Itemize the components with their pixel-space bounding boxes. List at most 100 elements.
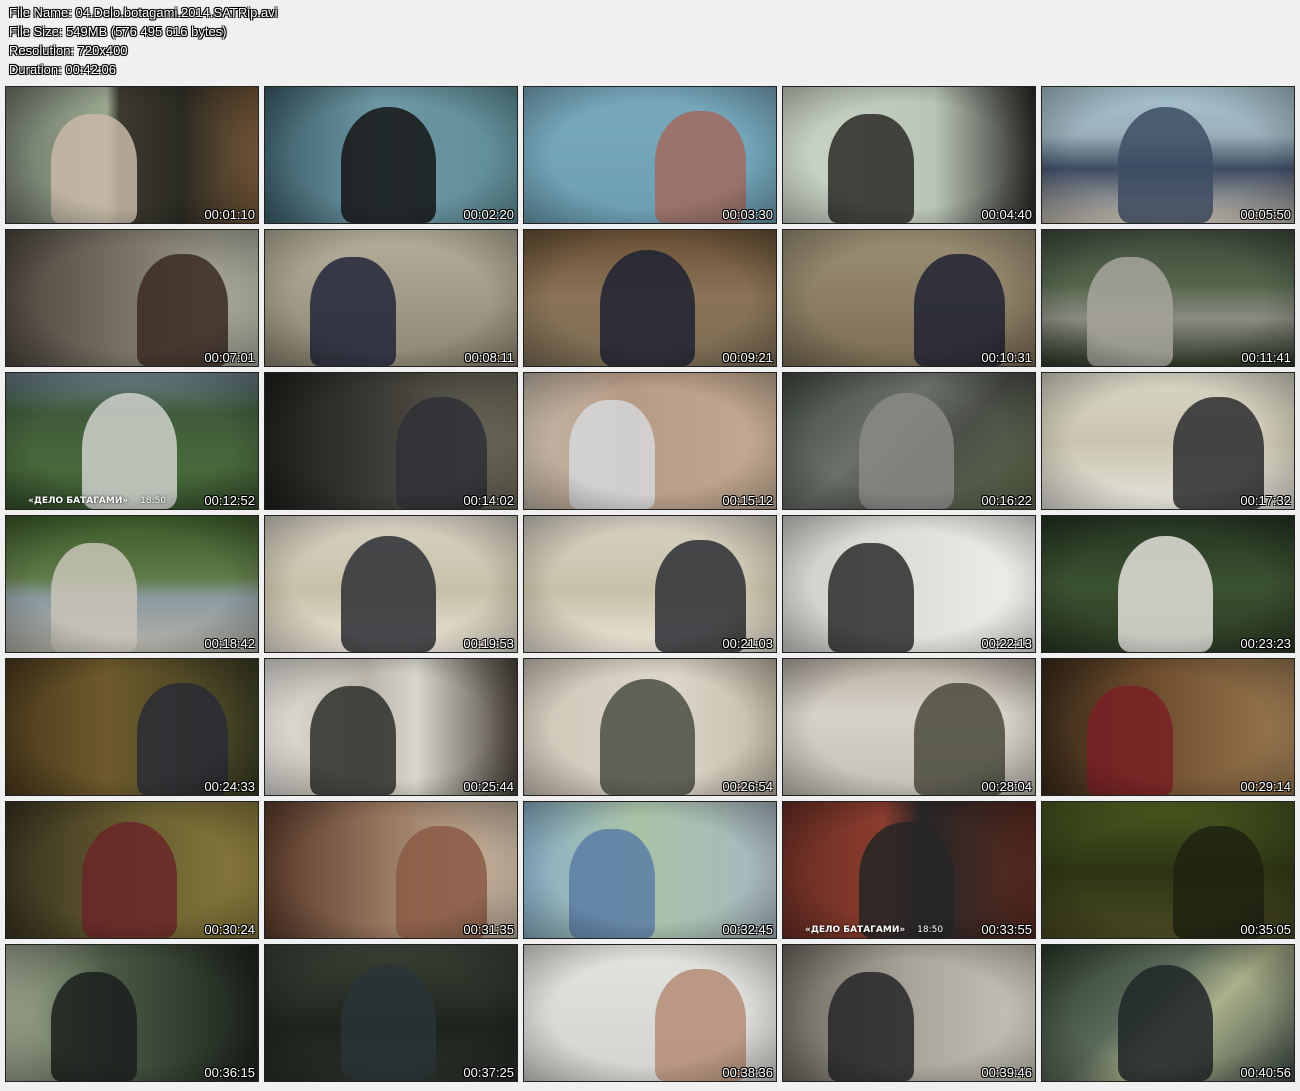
frame-image xyxy=(524,87,776,223)
timestamp-label: 00:17:32 xyxy=(1240,493,1291,508)
thumbnail-frame: 00:28:04 xyxy=(782,658,1036,796)
frame-image xyxy=(265,802,517,938)
frame-vignette xyxy=(1042,230,1294,366)
frame-vignette xyxy=(6,87,258,223)
frame-vignette xyxy=(524,659,776,795)
resolution-label: Resolution: 720x400 xyxy=(9,43,128,58)
frame-vignette xyxy=(6,945,258,1081)
frame-image xyxy=(783,945,1035,1081)
timestamp-label: 00:23:23 xyxy=(1240,636,1291,651)
frame-image xyxy=(1042,87,1294,223)
timestamp-label: 00:02:20 xyxy=(463,207,514,222)
frame-vignette xyxy=(1042,802,1294,938)
timestamp-label: 00:04:40 xyxy=(981,207,1032,222)
timestamp-label: 00:01:10 xyxy=(204,207,255,222)
frame-vignette xyxy=(1042,516,1294,652)
thumbnail-frame: 00:30:24 xyxy=(5,801,259,939)
frame-vignette xyxy=(524,802,776,938)
thumbnail-grid: 00:01:10 00:02:20 00:03:30 00:04:40 00:05:50… xyxy=(5,86,1295,1082)
timestamp-label: 00:05:50 xyxy=(1240,207,1291,222)
thumbnail-frame: 00:39:46 xyxy=(782,944,1036,1082)
frame-vignette xyxy=(524,373,776,509)
thumbnail-frame: 00:25:44 xyxy=(264,658,518,796)
frame-vignette xyxy=(783,516,1035,652)
thumbnail-frame: 00:15:12 xyxy=(523,372,777,510)
timestamp-label: 00:08:11 xyxy=(464,350,514,365)
frame-vignette xyxy=(6,516,258,652)
frame-image xyxy=(6,659,258,795)
thumbnail-frame: 00:23:23 xyxy=(1041,515,1295,653)
thumbnail-frame: 00:24:33 xyxy=(5,658,259,796)
thumbnail-frame: 00:05:50 xyxy=(1041,86,1295,224)
frame-image xyxy=(1042,516,1294,652)
frame-vignette xyxy=(783,87,1035,223)
timestamp-label: 00:36:15 xyxy=(204,1065,255,1080)
frame-image xyxy=(265,87,517,223)
frame-vignette xyxy=(783,659,1035,795)
frame-vignette xyxy=(1042,659,1294,795)
timestamp-label: 00:10:31 xyxy=(981,350,1032,365)
duration-label: Duration: 00:42:06 xyxy=(9,62,116,77)
thumbnail-frame: 00:03:30 xyxy=(523,86,777,224)
file-size-label: File Size: 549MB (576 495 616 bytes) xyxy=(9,24,227,39)
frame-image xyxy=(6,516,258,652)
channel-overlay: «ДЕЛО БАТАГАМИ» 18:50 xyxy=(28,496,166,506)
overlay-title: «ДЕЛО БАТАГАМИ» xyxy=(28,496,129,506)
thumbnail-frame: 00:38:36 xyxy=(523,944,777,1082)
frame-image xyxy=(6,373,258,509)
thumbnail-frame: 00:21:03 xyxy=(523,515,777,653)
thumbnail-frame: 00:17:32 xyxy=(1041,372,1295,510)
timestamp-label: 00:32:45 xyxy=(722,922,773,937)
timestamp-label: 00:38:36 xyxy=(722,1065,773,1080)
timestamp-label: 00:12:52 xyxy=(204,493,255,508)
frame-vignette xyxy=(265,659,517,795)
file-name-label: File Name: 04.Delo.botagami.2014.SATRip.… xyxy=(9,5,278,20)
frame-image xyxy=(6,230,258,366)
timestamp-label: 00:37:25 xyxy=(463,1065,514,1080)
frame-image xyxy=(783,659,1035,795)
frame-image xyxy=(265,373,517,509)
timestamp-label: 00:11:41 xyxy=(1241,350,1291,365)
frame-image xyxy=(783,373,1035,509)
timestamp-label: 00:30:24 xyxy=(204,922,255,937)
thumbnail-frame: 00:26:54 xyxy=(523,658,777,796)
file-info-header: File Name: 04.Delo.botagami.2014.SATRip.… xyxy=(9,3,278,79)
thumbnail-frame: 00:01:10 xyxy=(5,86,259,224)
frame-image xyxy=(6,945,258,1081)
frame-vignette xyxy=(265,87,517,223)
overlay-time: 18:50 xyxy=(140,496,167,506)
frame-image xyxy=(783,802,1035,938)
frame-vignette xyxy=(1042,945,1294,1081)
thumbnail-frame: 00:37:25 xyxy=(264,944,518,1082)
timestamp-label: 00:24:33 xyxy=(204,779,255,794)
frame-image xyxy=(1042,373,1294,509)
frame-image xyxy=(524,516,776,652)
frame-vignette xyxy=(6,230,258,366)
frame-image xyxy=(524,945,776,1081)
timestamp-label: 00:16:22 xyxy=(981,493,1032,508)
frame-vignette xyxy=(265,945,517,1081)
frame-image xyxy=(265,945,517,1081)
frame-vignette xyxy=(524,87,776,223)
thumbnail-frame: 00:04:40 xyxy=(782,86,1036,224)
thumbnail-frame: 00:35:05 xyxy=(1041,801,1295,939)
frame-vignette xyxy=(1042,87,1294,223)
frame-vignette xyxy=(1042,373,1294,509)
frame-image xyxy=(783,230,1035,366)
frame-image xyxy=(524,373,776,509)
timestamp-label: 00:21:03 xyxy=(722,636,773,651)
frame-image xyxy=(524,230,776,366)
frame-image xyxy=(6,87,258,223)
timestamp-label: 00:03:30 xyxy=(722,207,773,222)
frame-vignette xyxy=(6,659,258,795)
thumbnail-frame: 00:31:35 xyxy=(264,801,518,939)
timestamp-label: 00:28:04 xyxy=(981,779,1032,794)
timestamp-label: 00:40:56 xyxy=(1240,1065,1291,1080)
frame-image xyxy=(783,516,1035,652)
frame-vignette xyxy=(524,230,776,366)
thumbnail-frame: «ДЕЛО БАТАГАМИ» 18:50 00:12:52 xyxy=(5,372,259,510)
frame-vignette xyxy=(265,230,517,366)
timestamp-label: 00:15:12 xyxy=(722,493,773,508)
thumbnail-frame: 00:40:56 xyxy=(1041,944,1295,1082)
thumbnail-frame: 00:10:31 xyxy=(782,229,1036,367)
